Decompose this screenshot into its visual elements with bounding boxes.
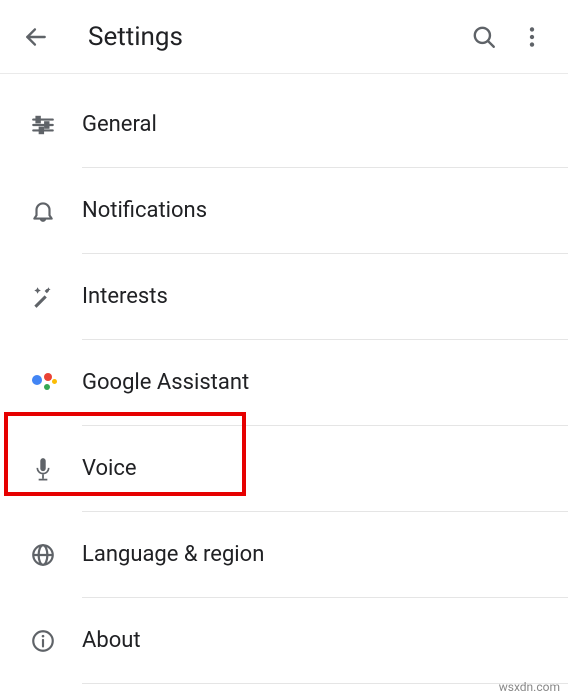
settings-item-label: Interests [82, 284, 168, 309]
settings-item-notifications[interactable]: Notifications [0, 168, 568, 253]
app-header: Settings [0, 0, 568, 74]
settings-item-label: About [82, 628, 141, 653]
settings-item-label: Voice [82, 456, 137, 481]
bell-icon [30, 198, 82, 224]
divider [82, 683, 568, 684]
settings-item-label: General [82, 112, 157, 137]
settings-item-label: Google Assistant [82, 370, 249, 395]
settings-item-language-region[interactable]: Language & region [0, 512, 568, 597]
settings-item-google-assistant[interactable]: Google Assistant [0, 340, 568, 425]
search-button[interactable] [460, 13, 508, 61]
watermark: wsxdn.com [499, 680, 560, 694]
more-vert-icon [519, 24, 545, 50]
settings-item-label: Notifications [82, 198, 207, 223]
wand-icon [30, 284, 82, 310]
sliders-icon [30, 112, 82, 138]
globe-icon [30, 542, 82, 568]
search-icon [471, 24, 497, 50]
settings-item-voice[interactable]: Voice [0, 426, 568, 511]
settings-item-about[interactable]: About [0, 598, 568, 683]
page-title: Settings [88, 22, 460, 52]
microphone-icon [30, 456, 82, 482]
back-button[interactable] [12, 13, 60, 61]
settings-item-general[interactable]: General [0, 82, 568, 167]
more-options-button[interactable] [508, 13, 556, 61]
google-assistant-icon [30, 371, 82, 395]
settings-item-label: Language & region [82, 542, 264, 567]
settings-list: General Notifications Interests Google A… [0, 74, 568, 684]
info-icon [30, 628, 82, 654]
arrow-back-icon [23, 24, 49, 50]
settings-item-interests[interactable]: Interests [0, 254, 568, 339]
